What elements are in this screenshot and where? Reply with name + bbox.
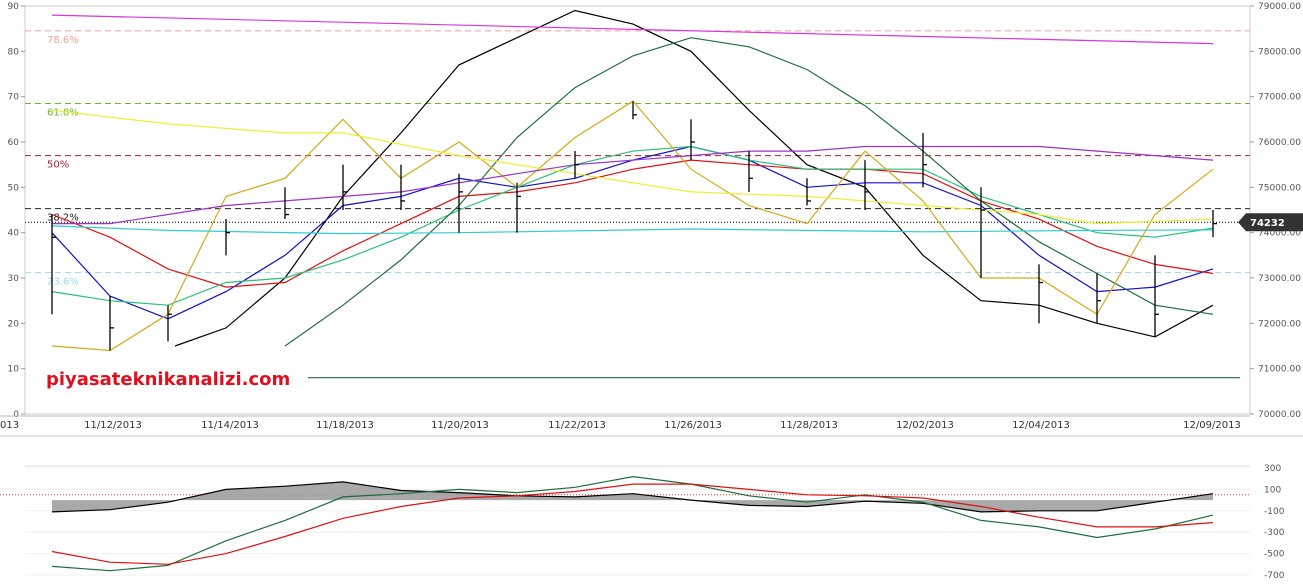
indicator-axis-label: -100	[1264, 507, 1285, 517]
indicator-axis-label: 100	[1264, 485, 1281, 495]
indicator-axis-label: -500	[1264, 550, 1285, 560]
indicator-axis-label: -700	[1264, 571, 1285, 581]
indicator-axis-label: 300	[1264, 464, 1281, 474]
indicator-chart: 300 100 -100 -300 -500 -700	[0, 435, 1303, 581]
indicator-axis-label: -300	[1264, 528, 1285, 538]
indicator-area-fill	[52, 481, 1213, 512]
chart-root: 0 10 20 30 40 50 60 70 80 90 70000.00 71000.00 72000…	[0, 0, 1303, 587]
